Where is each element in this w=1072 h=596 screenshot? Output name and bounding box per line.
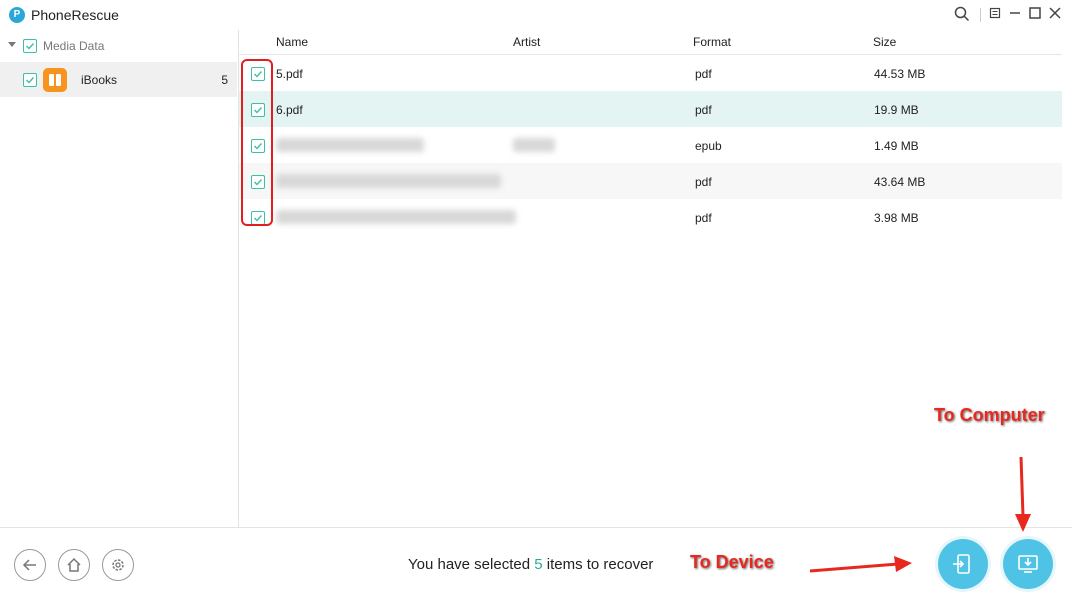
to-computer-arrow (1019, 456, 1025, 517)
to-device-arrowhead (894, 556, 912, 572)
annotation-arrows (809, 456, 1031, 573)
to-computer-arrowhead (1015, 514, 1031, 532)
to-device-arrow (809, 562, 899, 573)
